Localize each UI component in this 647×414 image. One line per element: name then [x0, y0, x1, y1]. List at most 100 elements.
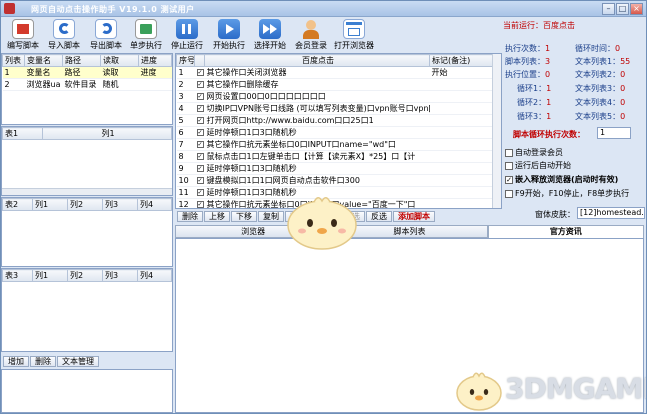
- row-number: 2: [176, 78, 195, 91]
- loop-count-input[interactable]: 1: [597, 127, 631, 139]
- col-header[interactable]: 序号: [176, 54, 195, 67]
- member-login-button[interactable]: 会员登录: [291, 18, 331, 52]
- delete-line-button[interactable]: 删除: [177, 211, 203, 222]
- col-header[interactable]: 列3: [102, 269, 138, 282]
- hotkey-option[interactable]: F9开始，F10停止，F8单步执行: [505, 188, 629, 199]
- script-row[interactable]: 9 ✓ 延时停顿口1口3口随机秒: [176, 162, 501, 175]
- row-checkbox[interactable]: ✓: [194, 66, 205, 79]
- horizontal-scrollbar[interactable]: [2, 188, 172, 195]
- col-header[interactable]: 变量名: [24, 54, 63, 67]
- script-mark: [429, 78, 501, 91]
- script-command: 其它操作口删除缓存: [204, 78, 430, 91]
- add-button[interactable]: 增加: [3, 356, 29, 367]
- script-row[interactable]: 6 ✓ 延时停顿口1口3口随机秒: [176, 126, 501, 139]
- col-header[interactable]: 表1: [2, 127, 43, 140]
- row-checkbox[interactable]: ✓: [194, 90, 205, 103]
- row-checkbox[interactable]: ✓: [194, 162, 205, 175]
- text-area[interactable]: [1, 369, 173, 413]
- table-row[interactable]: 2 浏览器ua 软件目录 随机: [2, 78, 172, 91]
- watermark-text: 3DMGAME: [505, 372, 647, 405]
- col-header[interactable]: 列2: [67, 198, 103, 211]
- check-icon[interactable]: ✓: [196, 105, 204, 112]
- row-checkbox[interactable]: ✓: [194, 126, 205, 139]
- move-up-button[interactable]: 上移: [204, 211, 230, 222]
- auto-login-checkbox[interactable]: [505, 148, 513, 157]
- import-script-button[interactable]: 导入脚本: [44, 18, 84, 52]
- copy-button[interactable]: 复制: [258, 211, 284, 222]
- col-header[interactable]: 表3: [2, 269, 33, 282]
- col-header[interactable]: 列4: [137, 269, 172, 282]
- row-checkbox[interactable]: ✓: [194, 138, 205, 151]
- col-header[interactable]: 表2: [2, 198, 33, 211]
- embed-browser-checkbox[interactable]: ✓: [505, 175, 513, 184]
- start-run-button[interactable]: 开始执行: [209, 18, 249, 52]
- embed-browser-option[interactable]: ✓ 嵌入释放浏览器(启动时有效): [505, 174, 618, 185]
- hotkey-checkbox[interactable]: [505, 189, 513, 198]
- tab-official-news[interactable]: 官方资讯: [487, 225, 644, 238]
- run-info-panel: 执行次数：1 循环时间：0 脚本列表：3 文本列表1：55 执行位置：0 文本列…: [503, 39, 646, 236]
- col-header[interactable]: 列3: [102, 198, 138, 211]
- row-checkbox[interactable]: ✓: [194, 198, 205, 208]
- row-number: 11: [176, 186, 195, 199]
- script-row[interactable]: 8 ✓ 鼠标点击口1口左键单击口【计算【读元素X】*25】口【计: [176, 150, 501, 163]
- check-icon[interactable]: ✓: [196, 81, 204, 88]
- row-checkbox[interactable]: ✓: [194, 174, 205, 187]
- check-icon[interactable]: ✓: [196, 129, 204, 136]
- auto-login-option[interactable]: 自动登录会员: [505, 147, 563, 158]
- col-header[interactable]: 路径: [62, 54, 101, 67]
- row-checkbox[interactable]: ✓: [194, 150, 205, 163]
- col-header[interactable]: 读取: [100, 54, 139, 67]
- invert-select-button[interactable]: 反选: [366, 211, 392, 222]
- add-script-button[interactable]: 添加脚本: [393, 211, 435, 222]
- col-header[interactable]: 进度: [138, 54, 172, 67]
- check-icon[interactable]: ✓: [196, 93, 204, 100]
- col-header[interactable]: [194, 54, 205, 67]
- select-start-button[interactable]: 选择开始: [250, 18, 290, 52]
- script-row[interactable]: 5 ✓ 打开网页口http://www.baidu.com口口25口1: [176, 114, 501, 127]
- row-checkbox[interactable]: ✓: [194, 114, 205, 127]
- col-header[interactable]: 列1: [42, 127, 172, 140]
- col-header[interactable]: 列4: [137, 198, 172, 211]
- close-button[interactable]: ×: [630, 3, 643, 15]
- text-list3-label: 文本列表3：: [575, 84, 621, 93]
- script-row[interactable]: 2 ✓ 其它操作口删除缓存: [176, 78, 501, 91]
- row-checkbox[interactable]: ✓: [194, 102, 205, 115]
- row-checkbox[interactable]: ✓: [194, 78, 205, 91]
- script-row[interactable]: 4 ✓ 切换IP口VPN账号口线路 (可以填写列表变量)口vpn账号口vpn[: [176, 102, 501, 115]
- check-icon[interactable]: ✓: [196, 165, 204, 172]
- check-icon[interactable]: ✓: [196, 201, 204, 208]
- check-icon[interactable]: ✓: [196, 69, 204, 76]
- auto-start-checkbox[interactable]: [505, 161, 513, 170]
- script-mark: [429, 150, 501, 163]
- script-row[interactable]: 7 ✓ 其它操作口抗元素坐标口0口INPUT口name="wd"口: [176, 138, 501, 151]
- delete-button[interactable]: 删除: [30, 356, 56, 367]
- col-header[interactable]: 列2: [67, 269, 103, 282]
- col-header[interactable]: 标记(备注): [429, 54, 501, 67]
- step-run-button[interactable]: 单步执行: [127, 18, 165, 52]
- check-icon[interactable]: ✓: [196, 177, 204, 184]
- col-header[interactable]: 列1: [32, 269, 68, 282]
- script-row[interactable]: 1 ✓ 其它操作口关闭浏览器 开始: [176, 66, 501, 79]
- open-browser-button[interactable]: 打开浏览器: [332, 18, 376, 52]
- check-icon[interactable]: ✓: [196, 153, 204, 160]
- edit-script-button[interactable]: 编写脚本: [3, 18, 43, 52]
- export-script-button[interactable]: 导出脚本: [86, 18, 126, 52]
- script-row[interactable]: 10 ✓ 键盘模拟口1口1口网页自动点击软件口300: [176, 174, 501, 187]
- vertical-scrollbar[interactable]: [492, 54, 501, 208]
- script-row[interactable]: 3 ✓ 网页设置口00口0口口口口口口口: [176, 90, 501, 103]
- check-icon[interactable]: ✓: [196, 141, 204, 148]
- col-header[interactable]: 列1: [32, 198, 68, 211]
- move-down-button[interactable]: 下移: [231, 211, 257, 222]
- skin-select[interactable]: [12]homestead.she: [577, 207, 645, 219]
- row-checkbox[interactable]: ✓: [194, 186, 205, 199]
- table-row[interactable]: 1 变量名 路径 读取 进度: [2, 66, 172, 79]
- check-icon[interactable]: ✓: [196, 189, 204, 196]
- check-icon[interactable]: ✓: [196, 117, 204, 124]
- minimize-button[interactable]: –: [602, 3, 615, 15]
- col-header[interactable]: 列表: [2, 54, 25, 67]
- col-header[interactable]: 百度点击: [204, 54, 430, 67]
- maximize-button[interactable]: □: [616, 3, 629, 15]
- text-manage-button[interactable]: 文本管理: [57, 356, 99, 367]
- stop-run-button[interactable]: 停止运行: [167, 18, 207, 52]
- auto-start-option[interactable]: 运行后自动开始: [505, 160, 571, 171]
